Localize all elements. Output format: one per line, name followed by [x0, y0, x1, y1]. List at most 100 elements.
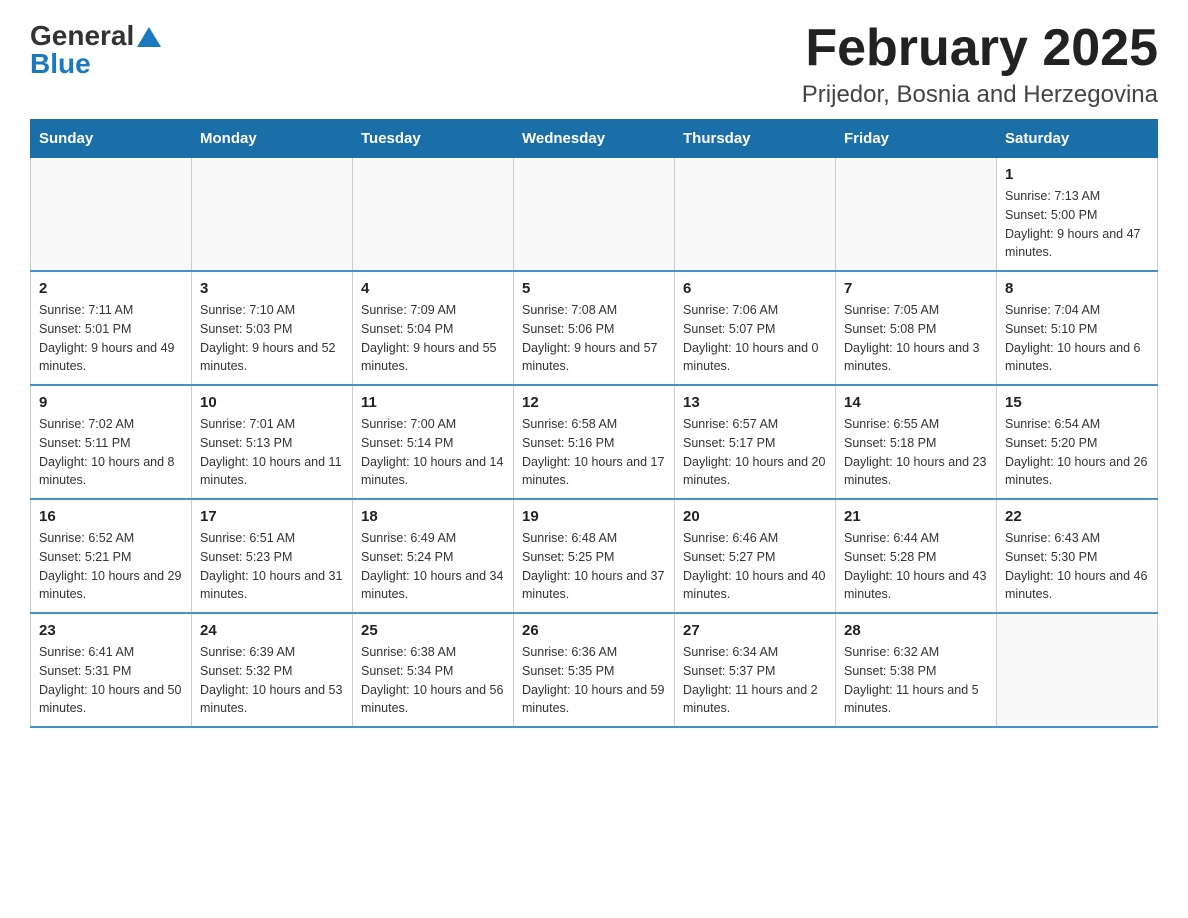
calendar-cell: 25 Sunrise: 6:38 AM Sunset: 5:34 PM Dayli… [353, 613, 514, 727]
day-info: Sunrise: 6:58 AM Sunset: 5:16 PM Dayligh… [522, 415, 666, 490]
day-info: Sunrise: 6:52 AM Sunset: 5:21 PM Dayligh… [39, 529, 183, 604]
calendar-week-row: 9 Sunrise: 7:02 AM Sunset: 5:11 PM Daylig… [31, 385, 1158, 499]
calendar-cell: 3 Sunrise: 7:10 AM Sunset: 5:03 PM Daylig… [192, 271, 353, 385]
day-info: Sunrise: 6:57 AM Sunset: 5:17 PM Dayligh… [683, 415, 827, 490]
day-info: Sunrise: 6:44 AM Sunset: 5:28 PM Dayligh… [844, 529, 988, 604]
calendar-week-row: 1 Sunrise: 7:13 AM Sunset: 5:00 PM Daylig… [31, 158, 1158, 272]
day-number: 14 [844, 394, 988, 411]
calendar-cell [675, 158, 836, 272]
day-number: 16 [39, 508, 183, 525]
calendar-cell: 21Sunrise: 6:44 AM Sunset: 5:28 PM Dayli… [836, 499, 997, 613]
calendar-cell: 22Sunrise: 6:43 AM Sunset: 5:30 PM Dayli… [997, 499, 1158, 613]
calendar-cell [353, 158, 514, 272]
calendar-cell: 27 Sunrise: 6:34 AM Sunset: 5:37 PM Dayli… [675, 613, 836, 727]
calendar-cell: 7Sunrise: 7:05 AM Sunset: 5:08 PM Daylig… [836, 271, 997, 385]
weekday-header-friday: Friday [836, 120, 997, 158]
day-number: 27 [683, 622, 827, 639]
weekday-header-thursday: Thursday [675, 120, 836, 158]
calendar-cell: 28 Sunrise: 6:32 AM Sunset: 5:38 PM Dayli… [836, 613, 997, 727]
day-number: 13 [683, 394, 827, 411]
calendar-cell [31, 158, 192, 272]
calendar-cell: 1 Sunrise: 7:13 AM Sunset: 5:00 PM Daylig… [997, 158, 1158, 272]
calendar-cell [997, 613, 1158, 727]
page-header: General Blue February 2025 Prijedor, Bos… [30, 20, 1158, 109]
day-number: 9 [39, 394, 183, 411]
day-info: Sunrise: 6:51 AM Sunset: 5:23 PM Dayligh… [200, 529, 344, 604]
weekday-header-saturday: Saturday [997, 120, 1158, 158]
day-info: Sunrise: 7:06 AM Sunset: 5:07 PM Dayligh… [683, 301, 827, 376]
weekday-header-tuesday: Tuesday [353, 120, 514, 158]
calendar-cell: 15 Sunrise: 6:54 AM Sunset: 5:20 PM Dayli… [997, 385, 1158, 499]
day-number: 10 [200, 394, 344, 411]
calendar-cell [836, 158, 997, 272]
day-info: Sunrise: 6:41 AM Sunset: 5:31 PM Dayligh… [39, 643, 183, 718]
calendar-cell: 2Sunrise: 7:11 AM Sunset: 5:01 PM Daylig… [31, 271, 192, 385]
day-info: Sunrise: 6:55 AM Sunset: 5:18 PM Dayligh… [844, 415, 988, 490]
day-info: Sunrise: 7:05 AM Sunset: 5:08 PM Dayligh… [844, 301, 988, 376]
calendar-cell: 23 Sunrise: 6:41 AM Sunset: 5:31 PM Dayli… [31, 613, 192, 727]
day-info: Sunrise: 7:02 AM Sunset: 5:11 PM Dayligh… [39, 415, 183, 490]
calendar-cell: 18Sunrise: 6:49 AM Sunset: 5:24 PM Dayli… [353, 499, 514, 613]
page-title: February 2025 [802, 20, 1158, 77]
day-info: Sunrise: 6:49 AM Sunset: 5:24 PM Dayligh… [361, 529, 505, 604]
weekday-header-monday: Monday [192, 120, 353, 158]
day-number: 3 [200, 280, 344, 297]
calendar-cell: 16 Sunrise: 6:52 AM Sunset: 5:21 PM Dayli… [31, 499, 192, 613]
day-number: 19 [522, 508, 666, 525]
day-info: Sunrise: 6:32 AM Sunset: 5:38 PM Dayligh… [844, 643, 988, 718]
calendar-cell: 11 Sunrise: 7:00 AM Sunset: 5:14 PM Dayli… [353, 385, 514, 499]
day-info: Sunrise: 6:36 AM Sunset: 5:35 PM Dayligh… [522, 643, 666, 718]
calendar-week-row: 23 Sunrise: 6:41 AM Sunset: 5:31 PM Dayli… [31, 613, 1158, 727]
calendar-cell: 24Sunrise: 6:39 AM Sunset: 5:32 PM Dayli… [192, 613, 353, 727]
day-number: 11 [361, 394, 505, 411]
day-info: Sunrise: 6:38 AM Sunset: 5:34 PM Dayligh… [361, 643, 505, 718]
weekday-header-sunday: Sunday [31, 120, 192, 158]
calendar-cell: 13 Sunrise: 6:57 AM Sunset: 5:17 PM Dayli… [675, 385, 836, 499]
day-info: Sunrise: 6:54 AM Sunset: 5:20 PM Dayligh… [1005, 415, 1149, 490]
page-subtitle: Prijedor, Bosnia and Herzegovina [802, 81, 1158, 109]
day-info: Sunrise: 7:00 AM Sunset: 5:14 PM Dayligh… [361, 415, 505, 490]
calendar-table: SundayMondayTuesdayWednesdayThursdayFrid… [30, 119, 1158, 728]
calendar-cell: 20Sunrise: 6:46 AM Sunset: 5:27 PM Dayli… [675, 499, 836, 613]
calendar-cell: 14 Sunrise: 6:55 AM Sunset: 5:18 PM Dayli… [836, 385, 997, 499]
day-number: 28 [844, 622, 988, 639]
day-number: 8 [1005, 280, 1149, 297]
calendar-cell: 5Sunrise: 7:08 AM Sunset: 5:06 PM Daylig… [514, 271, 675, 385]
calendar-week-row: 2Sunrise: 7:11 AM Sunset: 5:01 PM Daylig… [31, 271, 1158, 385]
day-info: Sunrise: 6:48 AM Sunset: 5:25 PM Dayligh… [522, 529, 666, 604]
day-info: Sunrise: 7:04 AM Sunset: 5:10 PM Dayligh… [1005, 301, 1149, 376]
day-number: 17 [200, 508, 344, 525]
day-info: Sunrise: 7:10 AM Sunset: 5:03 PM Dayligh… [200, 301, 344, 376]
day-info: Sunrise: 7:01 AM Sunset: 5:13 PM Dayligh… [200, 415, 344, 490]
day-number: 25 [361, 622, 505, 639]
logo-blue-text: Blue [30, 48, 91, 80]
day-number: 26 [522, 622, 666, 639]
logo-triangle-icon [137, 27, 161, 47]
day-info: Sunrise: 7:13 AM Sunset: 5:00 PM Dayligh… [1005, 187, 1149, 262]
logo: General Blue [30, 20, 161, 80]
calendar-week-row: 16 Sunrise: 6:52 AM Sunset: 5:21 PM Dayli… [31, 499, 1158, 613]
calendar-header-row: SundayMondayTuesdayWednesdayThursdayFrid… [31, 120, 1158, 158]
day-number: 1 [1005, 166, 1149, 183]
day-info: Sunrise: 6:46 AM Sunset: 5:27 PM Dayligh… [683, 529, 827, 604]
day-number: 6 [683, 280, 827, 297]
calendar-cell: 19 Sunrise: 6:48 AM Sunset: 5:25 PM Dayli… [514, 499, 675, 613]
calendar-cell: 17 Sunrise: 6:51 AM Sunset: 5:23 PM Dayli… [192, 499, 353, 613]
title-block: February 2025 Prijedor, Bosnia and Herze… [802, 20, 1158, 109]
calendar-cell: 12 Sunrise: 6:58 AM Sunset: 5:16 PM Dayli… [514, 385, 675, 499]
calendar-cell: 6 Sunrise: 7:06 AM Sunset: 5:07 PM Daylig… [675, 271, 836, 385]
calendar-cell: 9 Sunrise: 7:02 AM Sunset: 5:11 PM Daylig… [31, 385, 192, 499]
calendar-cell [192, 158, 353, 272]
day-info: Sunrise: 6:34 AM Sunset: 5:37 PM Dayligh… [683, 643, 827, 718]
calendar-cell: 10 Sunrise: 7:01 AM Sunset: 5:13 PM Dayli… [192, 385, 353, 499]
day-number: 4 [361, 280, 505, 297]
day-number: 23 [39, 622, 183, 639]
calendar-cell: 26 Sunrise: 6:36 AM Sunset: 5:35 PM Dayli… [514, 613, 675, 727]
day-number: 15 [1005, 394, 1149, 411]
day-info: Sunrise: 6:43 AM Sunset: 5:30 PM Dayligh… [1005, 529, 1149, 604]
day-number: 24 [200, 622, 344, 639]
weekday-header-wednesday: Wednesday [514, 120, 675, 158]
day-number: 12 [522, 394, 666, 411]
calendar-cell [514, 158, 675, 272]
day-info: Sunrise: 7:11 AM Sunset: 5:01 PM Dayligh… [39, 301, 183, 376]
